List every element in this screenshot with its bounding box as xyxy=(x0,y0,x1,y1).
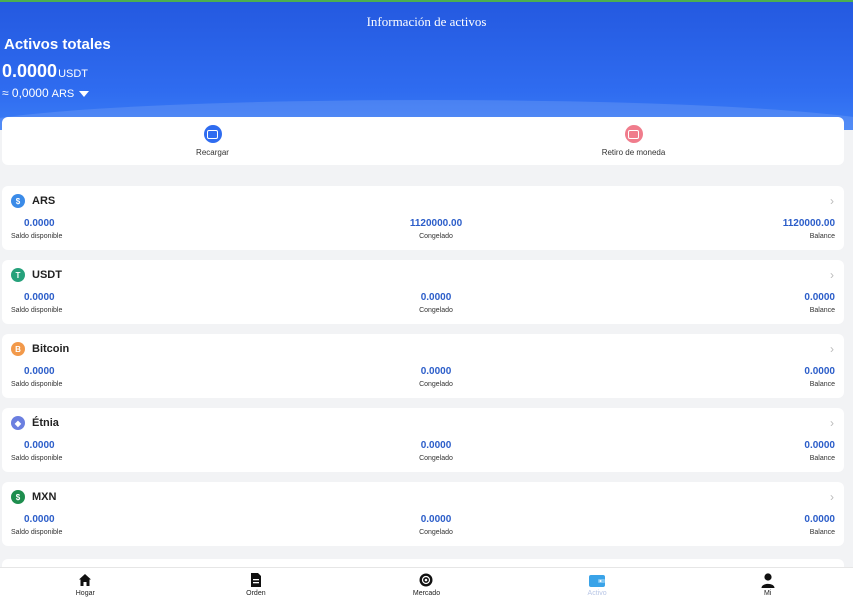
bottom-nav: Hogar Orden Mercado Activo Mi xyxy=(0,567,853,601)
asset-name: ARS xyxy=(32,195,56,207)
action-bar: Recargar Retiro de moneda xyxy=(2,117,844,165)
approx-value: ≈ 0,0000 xyxy=(2,86,49,100)
caret-down-icon xyxy=(79,90,90,97)
frozen-value: 0.0000 xyxy=(420,366,452,377)
page-title: Información de activos xyxy=(366,14,487,29)
available-label: Saldo disponible xyxy=(11,233,63,240)
total-value-number: 0.0000 xyxy=(2,61,58,81)
balance-label: Balance xyxy=(809,233,835,240)
available-value: 0.0000 xyxy=(24,292,55,303)
chevron-right-icon: › xyxy=(830,490,834,504)
frozen-col: 0.0000 Congelado xyxy=(361,440,511,462)
asset-name: MXN xyxy=(32,491,57,503)
total-value-unit: USDT xyxy=(58,68,89,80)
document-icon xyxy=(250,573,262,588)
chevron-right-icon: › xyxy=(830,416,834,430)
asset-name: Étnia xyxy=(32,417,59,429)
recharge-label: Recargar xyxy=(196,148,229,157)
home-icon xyxy=(78,573,92,588)
balance-value: 0.0000 xyxy=(804,366,835,377)
market-icon xyxy=(419,573,433,588)
tether-coin-icon: T xyxy=(11,268,25,282)
dollar-coin-icon: $ xyxy=(11,490,25,504)
available-value: 0.0000 xyxy=(24,366,55,377)
balance-label: Balance xyxy=(809,381,835,388)
available-value: 0.0000 xyxy=(24,514,55,525)
frozen-value: 0.0000 xyxy=(420,292,452,303)
nav-home-label: Hogar xyxy=(75,589,95,597)
withdraw-button[interactable]: Retiro de moneda xyxy=(423,117,844,165)
balance-label: Balance xyxy=(809,307,835,314)
recharge-button[interactable]: Recargar xyxy=(2,117,423,165)
approx-currency: ARS xyxy=(51,88,75,100)
nav-assets[interactable]: Activo xyxy=(512,568,683,601)
balance-col: 0.0000 Balance xyxy=(685,366,835,388)
total-assets-label: Activos totales xyxy=(4,36,111,53)
frozen-label: Congelado xyxy=(419,381,453,388)
nav-assets-label: Activo xyxy=(587,589,607,597)
nav-me[interactable]: Mi xyxy=(682,568,853,601)
frozen-value: 0.0000 xyxy=(420,440,452,451)
balance-label: Balance xyxy=(809,529,835,536)
asset-card-usdt[interactable]: T USDT › 0.0000 Saldo disponible 0.0000 Co… xyxy=(2,260,844,324)
chevron-right-icon: › xyxy=(830,268,834,282)
frozen-label: Congelado xyxy=(419,307,453,314)
withdraw-icon xyxy=(624,125,643,143)
frozen-label: Congelado xyxy=(419,233,453,240)
dollar-coin-icon: $ xyxy=(11,194,25,208)
available-col: 0.0000 Saldo disponible xyxy=(11,218,161,240)
frozen-col: 0.0000 Congelado xyxy=(361,514,511,536)
bitcoin-coin-icon: B xyxy=(11,342,25,356)
available-value: 0.0000 xyxy=(24,218,55,229)
wallet-icon xyxy=(589,573,606,588)
balance-value: 0.0000 xyxy=(804,514,835,525)
frozen-label: Congelado xyxy=(419,529,453,536)
user-icon xyxy=(761,572,775,588)
nav-order-label: Orden xyxy=(246,589,266,597)
chevron-right-icon: › xyxy=(830,194,834,208)
nav-order[interactable]: Orden xyxy=(171,568,342,601)
available-col: 0.0000 Saldo disponible xyxy=(11,440,161,462)
asset-card-etnia[interactable]: ◆ Étnia › 0.0000 Saldo disponible 0.0000 C… xyxy=(2,408,844,472)
balance-col: 0.0000 Balance xyxy=(685,514,835,536)
frozen-col: 1120000.00 Congelado xyxy=(361,218,511,240)
total-assets-value: 0.0000USDT xyxy=(2,61,88,82)
available-col: 0.0000 Saldo disponible xyxy=(11,514,161,536)
asset-card-mxn[interactable]: $ MXN › 0.0000 Saldo disponible 0.0000 Con… xyxy=(2,482,844,546)
nav-home[interactable]: Hogar xyxy=(0,568,171,601)
balance-label: Balance xyxy=(809,455,835,462)
balance-value: 0.0000 xyxy=(804,292,835,303)
chevron-right-icon: › xyxy=(830,342,834,356)
frozen-value: 1120000.00 xyxy=(409,218,463,229)
asset-card-bitcoin[interactable]: B Bitcoin › 0.0000 Saldo disponible 0.000… xyxy=(2,334,844,398)
balance-col: 0.0000 Balance xyxy=(685,440,835,462)
available-label: Saldo disponible xyxy=(11,307,63,314)
available-col: 0.0000 Saldo disponible xyxy=(11,366,161,388)
available-label: Saldo disponible xyxy=(11,529,63,536)
nav-market-label: Mercado xyxy=(412,589,441,597)
nav-market[interactable]: Mercado xyxy=(341,568,512,601)
asset-card-ars[interactable]: $ ARS › 0.0000 Saldo disponible 1120000.0… xyxy=(2,186,844,250)
frozen-col: 0.0000 Congelado xyxy=(361,292,511,314)
frozen-col: 0.0000 Congelado xyxy=(361,366,511,388)
available-label: Saldo disponible xyxy=(11,455,63,462)
frozen-label: Congelado xyxy=(419,455,453,462)
assets-header: Información de activos Activos totales 0… xyxy=(0,2,853,130)
nav-me-label: Mi xyxy=(763,589,772,597)
available-col: 0.0000 Saldo disponible xyxy=(11,292,161,314)
withdraw-label: Retiro de moneda xyxy=(601,148,666,157)
frozen-value: 0.0000 xyxy=(420,514,452,525)
asset-name: USDT xyxy=(32,269,62,281)
wallet-icon xyxy=(203,125,222,143)
ethereum-coin-icon: ◆ xyxy=(11,416,25,430)
balance-value: 1120000.00 xyxy=(782,218,835,229)
balance-col: 1120000.00 Balance xyxy=(685,218,835,240)
available-label: Saldo disponible xyxy=(11,381,63,388)
currency-selector[interactable]: ≈ 0,0000 ARS xyxy=(2,86,90,100)
balance-col: 0.0000 Balance xyxy=(685,292,835,314)
available-value: 0.0000 xyxy=(24,440,55,451)
balance-value: 0.0000 xyxy=(804,440,835,451)
asset-name: Bitcoin xyxy=(32,343,70,355)
